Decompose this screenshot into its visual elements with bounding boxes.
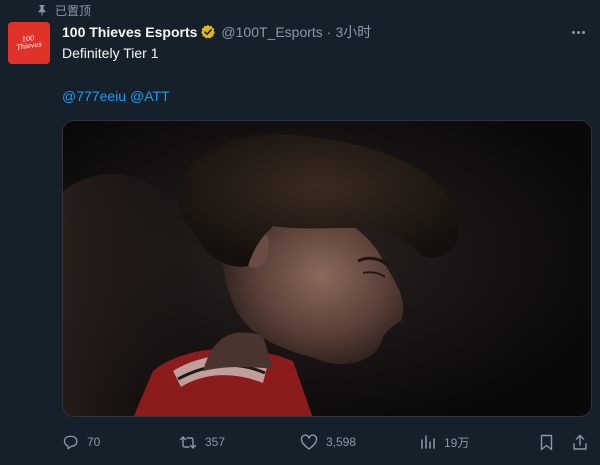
reply-count: 70	[87, 435, 101, 449]
separator-dot: ·	[326, 24, 332, 40]
retweet-count: 357	[205, 435, 226, 449]
more-options-icon[interactable]	[568, 24, 588, 40]
avatar[interactable]: 100 Thieves	[8, 22, 50, 64]
pinned-indicator: 已置顶	[36, 2, 91, 18]
pin-icon	[36, 4, 48, 16]
tweet-header: 100 Thieves Esports @100T_Esports · 3小时	[62, 22, 371, 42]
views-button[interactable]: 19万	[420, 432, 469, 452]
heart-icon	[300, 433, 318, 451]
pinned-label: 已置顶	[55, 3, 92, 18]
bookmark-button[interactable]	[539, 432, 554, 452]
timestamp[interactable]: 3小时	[335, 22, 371, 42]
author-handle[interactable]: @100T_Esports	[221, 24, 322, 40]
like-count: 3,598	[326, 435, 357, 449]
bookmark-icon	[539, 434, 554, 451]
verified-badge-icon[interactable]	[200, 24, 216, 40]
display-name[interactable]: 100 Thieves Esports	[62, 24, 197, 40]
analytics-icon	[420, 434, 436, 450]
retweet-icon	[179, 434, 197, 451]
mention-link[interactable]: @ATT	[130, 88, 170, 104]
retweet-button[interactable]: 357	[179, 432, 225, 452]
mentions: @777eeiu @ATT	[62, 88, 170, 104]
brand-logo-icon: 100 Thieves	[16, 34, 43, 52]
reply-button[interactable]: 70	[62, 432, 100, 452]
mention-link[interactable]: @777eeiu	[62, 88, 126, 104]
tweet-text: Definitely Tier 1	[62, 45, 159, 61]
view-count: 19万	[444, 435, 470, 450]
photo-image	[63, 121, 591, 416]
share-button[interactable]	[572, 432, 588, 452]
tweet-media-photo[interactable]	[62, 120, 592, 417]
tweet-actions: 70 357 3,598 19万	[62, 432, 592, 452]
share-icon	[572, 434, 588, 451]
reply-icon	[62, 434, 79, 451]
like-button[interactable]: 3,598	[300, 432, 356, 452]
